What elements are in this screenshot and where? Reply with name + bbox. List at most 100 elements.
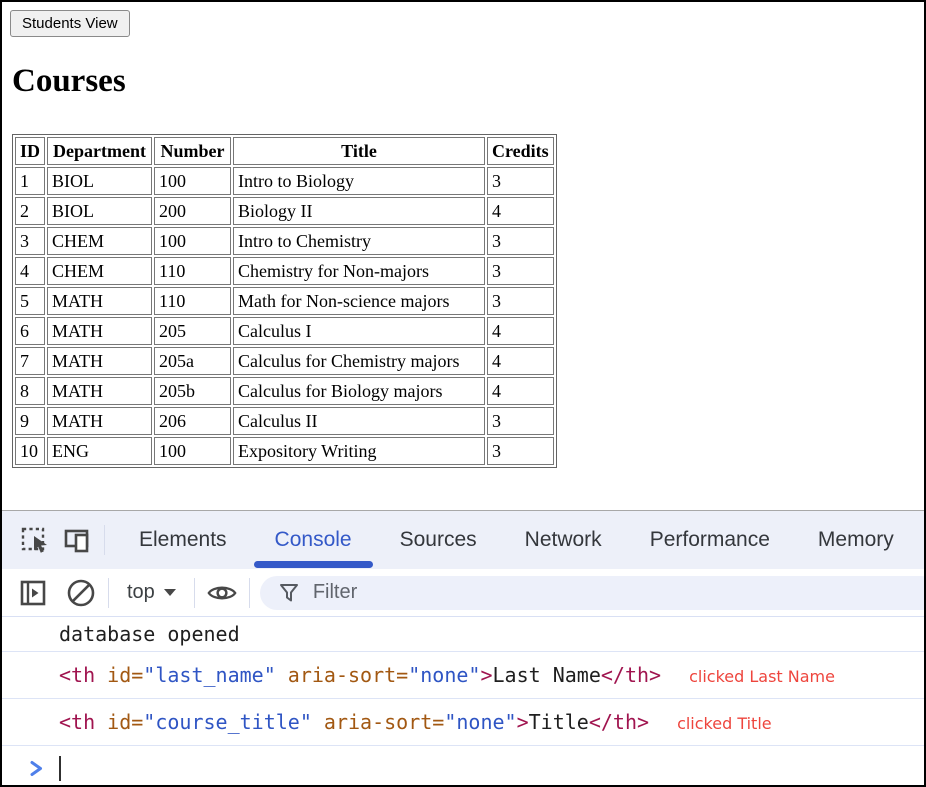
console-token-value: "last_name" xyxy=(143,663,275,687)
table-cell: 200 xyxy=(154,197,231,225)
inspect-element-icon[interactable] xyxy=(18,523,52,557)
table-row: 1BIOL100Intro to Biology3 xyxy=(15,167,554,195)
table-cell: 4 xyxy=(15,257,45,285)
column-header-department[interactable]: Department xyxy=(47,137,152,165)
table-cell: 8 xyxy=(15,377,45,405)
table-cell: Chemistry for Non-majors xyxy=(233,257,485,285)
tab-memory[interactable]: Memory xyxy=(794,511,918,569)
console-prompt[interactable] xyxy=(2,746,924,781)
console-token-value: "none" xyxy=(408,663,480,687)
table-cell: MATH xyxy=(47,287,152,315)
table-cell: Biology II xyxy=(233,197,485,225)
table-cell: 1 xyxy=(15,167,45,195)
console-filter-input[interactable]: Filter xyxy=(260,576,924,610)
console-token-plain: database opened xyxy=(59,622,240,646)
courses-table-header-row: IDDepartmentNumberTitleCredits xyxy=(15,137,554,165)
table-cell: Intro to Chemistry xyxy=(233,227,485,255)
column-header-id[interactable]: ID xyxy=(15,137,45,165)
table-row: 8MATH205bCalculus for Biology majors4 xyxy=(15,377,554,405)
console-token-attr: aria-sort= xyxy=(312,710,444,734)
table-cell: 100 xyxy=(154,167,231,195)
devtools-tabbar: ElementsConsoleSourcesNetworkPerformance… xyxy=(2,511,924,569)
table-cell: CHEM xyxy=(47,227,152,255)
console-token-tag: <th xyxy=(59,710,107,734)
page-title: Courses xyxy=(12,63,916,100)
table-row: 9MATH206Calculus II3 xyxy=(15,407,554,435)
console-sidebar-icon[interactable] xyxy=(16,576,50,610)
tab-network[interactable]: Network xyxy=(501,511,626,569)
table-cell: 9 xyxy=(15,407,45,435)
console-toolbar: top Filter xyxy=(2,569,924,617)
table-cell: 3 xyxy=(487,257,554,285)
table-cell: 3 xyxy=(487,437,554,465)
table-cell: MATH xyxy=(47,377,152,405)
table-cell: BIOL xyxy=(47,167,152,195)
console-token-text: Last Name xyxy=(493,663,601,687)
console-token-text: Title xyxy=(529,710,589,734)
console-token-tag: </th> xyxy=(589,710,649,734)
table-row: 6MATH205Calculus I4 xyxy=(15,317,554,345)
tabbar-separator xyxy=(104,525,105,555)
table-cell: 7 xyxy=(15,347,45,375)
table-row: 7MATH205aCalculus for Chemistry majors4 xyxy=(15,347,554,375)
console-annotation: clicked Last Name xyxy=(689,667,835,686)
table-cell: 205 xyxy=(154,317,231,345)
tab-performance[interactable]: Performance xyxy=(626,511,794,569)
column-header-credits[interactable]: Credits xyxy=(487,137,554,165)
table-cell: CHEM xyxy=(47,257,152,285)
console-token-value: "none" xyxy=(444,710,516,734)
table-cell: Calculus for Chemistry majors xyxy=(233,347,485,375)
table-cell: BIOL xyxy=(47,197,152,225)
students-view-button[interactable]: Students View xyxy=(10,10,130,37)
device-toolbar-icon[interactable] xyxy=(60,523,94,557)
table-cell: 10 xyxy=(15,437,45,465)
console-message[interactable]: <th id="last_name" aria-sort="none">Last… xyxy=(2,652,924,699)
text-cursor xyxy=(59,756,61,781)
console-token-attr: aria-sort= xyxy=(276,663,408,687)
tab-elements[interactable]: Elements xyxy=(115,511,251,569)
table-cell: 4 xyxy=(487,317,554,345)
console-message[interactable]: database opened xyxy=(2,617,924,652)
tab-sources[interactable]: Sources xyxy=(376,511,501,569)
console-token-attr: id= xyxy=(107,663,143,687)
toolbar-separator xyxy=(108,578,109,608)
live-expression-eye-icon[interactable] xyxy=(205,576,239,610)
console-token-value: "course_title" xyxy=(143,710,312,734)
table-cell: Calculus II xyxy=(233,407,485,435)
table-cell: Calculus I xyxy=(233,317,485,345)
devtools-panel: ElementsConsoleSourcesNetworkPerformance… xyxy=(2,510,924,785)
tab-console[interactable]: Console xyxy=(251,511,376,569)
console-token-tag: > xyxy=(517,710,529,734)
column-header-number[interactable]: Number xyxy=(154,137,231,165)
table-cell: 3 xyxy=(487,227,554,255)
table-cell: 6 xyxy=(15,317,45,345)
table-cell: 100 xyxy=(154,227,231,255)
table-cell: Calculus for Biology majors xyxy=(233,377,485,405)
table-cell: 110 xyxy=(154,257,231,285)
execution-context-selector[interactable]: top xyxy=(119,581,184,604)
table-cell: 100 xyxy=(154,437,231,465)
console-message[interactable]: <th id="course_title" aria-sort="none">T… xyxy=(2,699,924,746)
toolbar-separator xyxy=(194,578,195,608)
table-cell: Math for Non-science majors xyxy=(233,287,485,315)
table-row: 3CHEM100Intro to Chemistry3 xyxy=(15,227,554,255)
table-cell: ENG xyxy=(47,437,152,465)
chevron-down-icon xyxy=(164,589,176,596)
column-header-title[interactable]: Title xyxy=(233,137,485,165)
execution-context-label: top xyxy=(127,581,155,604)
table-cell: 4 xyxy=(487,197,554,225)
table-cell: 3 xyxy=(15,227,45,255)
table-cell: 3 xyxy=(487,287,554,315)
table-cell: 4 xyxy=(487,377,554,405)
console-token-tag: <th xyxy=(59,663,107,687)
prompt-chevron-icon xyxy=(28,760,45,777)
table-row: 4CHEM110Chemistry for Non-majors3 xyxy=(15,257,554,285)
console-token-tag: </th> xyxy=(601,663,661,687)
clear-console-icon[interactable] xyxy=(64,576,98,610)
devtools-tabs: ElementsConsoleSourcesNetworkPerformance… xyxy=(115,511,918,569)
console-messages: database opened <th id="last_name" aria-s… xyxy=(2,617,924,785)
table-cell: 4 xyxy=(487,347,554,375)
table-cell: 2 xyxy=(15,197,45,225)
table-cell: 110 xyxy=(154,287,231,315)
filter-funnel-icon xyxy=(278,582,300,604)
